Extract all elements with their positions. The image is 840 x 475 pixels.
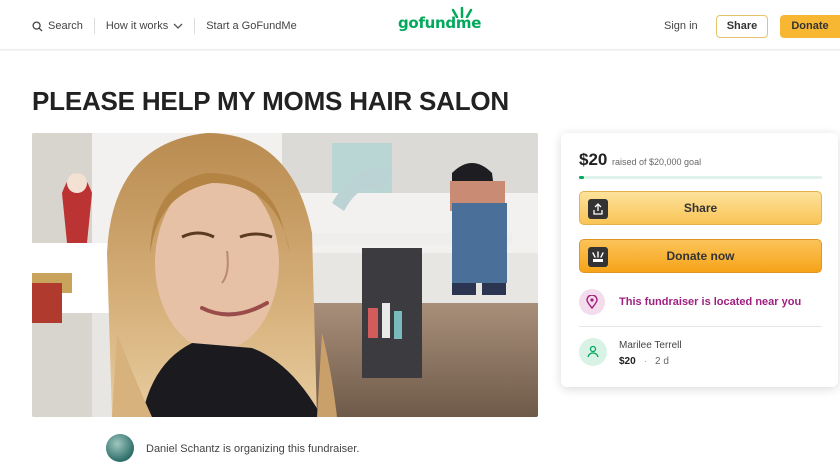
header-donate-button[interactable]: Donate bbox=[780, 15, 840, 38]
search-icon bbox=[32, 20, 43, 32]
nav-divider bbox=[194, 18, 196, 34]
share-button[interactable]: Share bbox=[579, 191, 822, 225]
donation-card: $20 raised of $20,000 goal Share Donate … bbox=[561, 133, 838, 387]
nav-divider bbox=[93, 18, 95, 34]
how-it-works-menu[interactable]: How it works bbox=[106, 20, 183, 32]
progress-bar-fill bbox=[579, 176, 584, 179]
logo-sprout-icon bbox=[451, 6, 473, 18]
how-it-works-label: How it works bbox=[105, 20, 169, 32]
donor-time: 2 d bbox=[655, 356, 669, 367]
progress-bar bbox=[579, 176, 822, 179]
header-share-button[interactable]: Share bbox=[716, 15, 768, 38]
start-gofundme-link[interactable]: Start a GoFundMe bbox=[206, 20, 297, 32]
donor-amount: $20 bbox=[619, 356, 636, 367]
location-pin-icon bbox=[579, 289, 605, 315]
nav-left: Search How it works Start a GoFundMe bbox=[32, 18, 297, 34]
donate-now-label: Donate now bbox=[666, 249, 735, 263]
organizer-avatar[interactable] bbox=[106, 434, 134, 462]
donor-name: Marilee Terrell bbox=[619, 340, 682, 351]
location-note: This fundraiser is located near you bbox=[579, 286, 822, 318]
donor-separator: · bbox=[644, 356, 648, 367]
donor-icon bbox=[579, 338, 607, 366]
search-label: Search bbox=[48, 20, 83, 32]
campaign-photo-illustration bbox=[32, 133, 538, 417]
donate-now-button[interactable]: Donate now bbox=[579, 239, 822, 273]
campaign-title: PLEASE HELP MY MOMS HAIR SALON bbox=[32, 86, 509, 116]
chevron-down-icon bbox=[173, 23, 183, 29]
share-button-label: Share bbox=[683, 201, 718, 215]
campaign-photo[interactable] bbox=[32, 133, 538, 417]
search-link[interactable]: Search bbox=[32, 20, 83, 32]
card-divider bbox=[579, 326, 822, 327]
share-icon bbox=[588, 199, 608, 219]
start-gofundme-label: Start a GoFundMe bbox=[206, 20, 297, 32]
top-nav: Search How it works Start a GoFundMe gof… bbox=[0, 0, 840, 50]
organizer-text: Daniel Schantz is organizing this fundra… bbox=[146, 443, 360, 455]
location-note-text: This fundraiser is located near you bbox=[619, 296, 802, 308]
donate-icon bbox=[588, 247, 608, 267]
goal-text: raised of $20,000 goal bbox=[612, 157, 702, 167]
campaign-page: PLEASE HELP MY MOMS HAIR SALON $20 raise… bbox=[0, 51, 840, 475]
sign-in-link[interactable]: Sign in bbox=[664, 20, 698, 32]
amount-raised: $20 bbox=[579, 150, 608, 169]
